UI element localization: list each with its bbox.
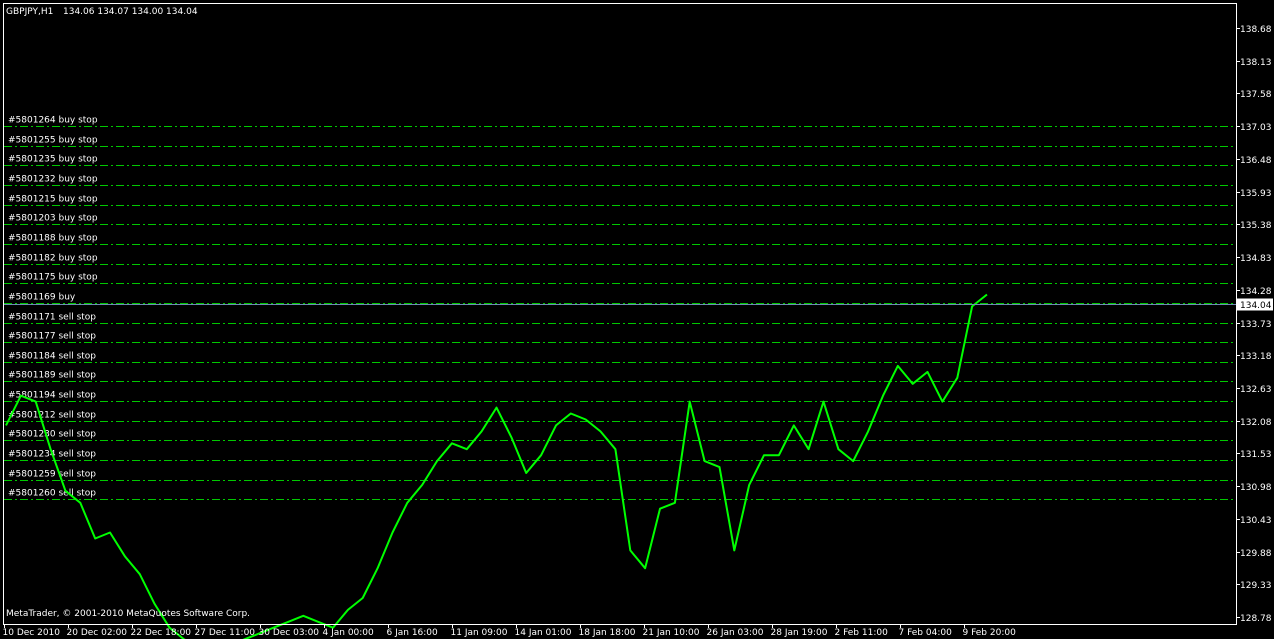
order-label: #5801177 sell stop bbox=[8, 332, 96, 342]
y-tick-label: 136.48 bbox=[1240, 156, 1272, 166]
y-tick-label: 133.73 bbox=[1240, 320, 1272, 330]
order-label: #5801255 buy stop bbox=[8, 136, 98, 146]
symbol-label: GBPJPY,H1 bbox=[6, 7, 53, 17]
y-tick-label: 137.03 bbox=[1240, 123, 1272, 133]
order-label: #5801260 sell stop bbox=[8, 489, 96, 499]
ohlc-label: 134.06 134.07 134.00 134.04 bbox=[63, 7, 198, 17]
y-tick-label: 134.83 bbox=[1240, 254, 1272, 264]
x-tick-label: 22 Dec 18:00 bbox=[131, 628, 192, 638]
x-tick-label: 26 Jan 03:00 bbox=[707, 628, 764, 638]
order-label: #5801182 buy stop bbox=[8, 254, 98, 264]
order-label: #5801259 sell stop bbox=[8, 470, 96, 480]
order-label: #5801169 buy bbox=[8, 293, 76, 303]
y-tick-label: 130.98 bbox=[1240, 483, 1272, 493]
order-label: #5801232 buy stop bbox=[8, 175, 98, 185]
order-label: #5801171 sell stop bbox=[8, 313, 96, 323]
x-tick-label: 10 Dec 2010 bbox=[3, 628, 61, 638]
x-tick-label: 2 Feb 11:00 bbox=[835, 628, 889, 638]
order-label: #5801189 sell stop bbox=[8, 371, 96, 381]
copyright-label: MetaTrader, © 2001-2010 MetaQuotes Softw… bbox=[6, 609, 250, 619]
x-tick-label: 28 Jan 19:00 bbox=[771, 628, 828, 638]
x-tick-label: 20 Dec 02:00 bbox=[67, 628, 128, 638]
y-tick-label: 129.88 bbox=[1240, 549, 1272, 559]
order-label: #5801212 sell stop bbox=[8, 411, 96, 421]
order-label: #5801215 buy stop bbox=[8, 195, 98, 205]
order-label: #5801184 sell stop bbox=[8, 352, 96, 362]
x-tick-label: 27 Dec 11:00 bbox=[195, 628, 256, 638]
y-tick-label: 134.28 bbox=[1240, 287, 1272, 297]
x-tick-label: 21 Jan 10:00 bbox=[643, 628, 700, 638]
chart-canvas[interactable]: #5801264 buy stop #5801255 buy stop #58012… bbox=[0, 0, 1274, 639]
x-tick-label: 18 Jan 18:00 bbox=[579, 628, 636, 638]
y-tick-label: 128.78 bbox=[1240, 614, 1272, 624]
x-tick-label: 14 Jan 01:00 bbox=[515, 628, 572, 638]
y-tick-label: 138.68 bbox=[1240, 25, 1272, 35]
order-label: #5801203 buy stop bbox=[8, 214, 98, 224]
x-tick-label: 7 Feb 04:00 bbox=[899, 628, 953, 638]
y-tick-label: 129.33 bbox=[1240, 581, 1272, 591]
y-tick-label: 135.38 bbox=[1240, 221, 1272, 231]
y-tick-label: 133.18 bbox=[1240, 352, 1272, 362]
y-tick-label: 132.63 bbox=[1240, 385, 1272, 395]
order-label: #5801264 buy stop bbox=[8, 116, 98, 126]
chart-background bbox=[0, 0, 1274, 639]
x-tick-label: 11 Jan 09:00 bbox=[451, 628, 508, 638]
current-price-label: 134.04 bbox=[1240, 301, 1272, 311]
y-tick-label: 135.93 bbox=[1240, 189, 1272, 199]
order-label: #5801175 buy stop bbox=[8, 273, 98, 283]
y-tick-label: 131.53 bbox=[1240, 450, 1272, 460]
order-label: #5801188 buy stop bbox=[8, 234, 98, 244]
x-tick-label: 4 Jan 00:00 bbox=[323, 628, 375, 638]
x-tick-label: 30 Dec 03:00 bbox=[259, 628, 320, 638]
y-tick-label: 138.13 bbox=[1240, 58, 1272, 68]
x-tick-label: 9 Feb 20:00 bbox=[963, 628, 1017, 638]
order-label: #5801230 sell stop bbox=[8, 430, 96, 440]
order-label: #5801235 buy stop bbox=[8, 155, 98, 165]
y-tick-label: 132.08 bbox=[1240, 418, 1272, 428]
y-tick-label: 130.43 bbox=[1240, 516, 1272, 526]
y-tick-label: 137.58 bbox=[1240, 90, 1272, 100]
x-tick-label: 6 Jan 16:00 bbox=[387, 628, 439, 638]
